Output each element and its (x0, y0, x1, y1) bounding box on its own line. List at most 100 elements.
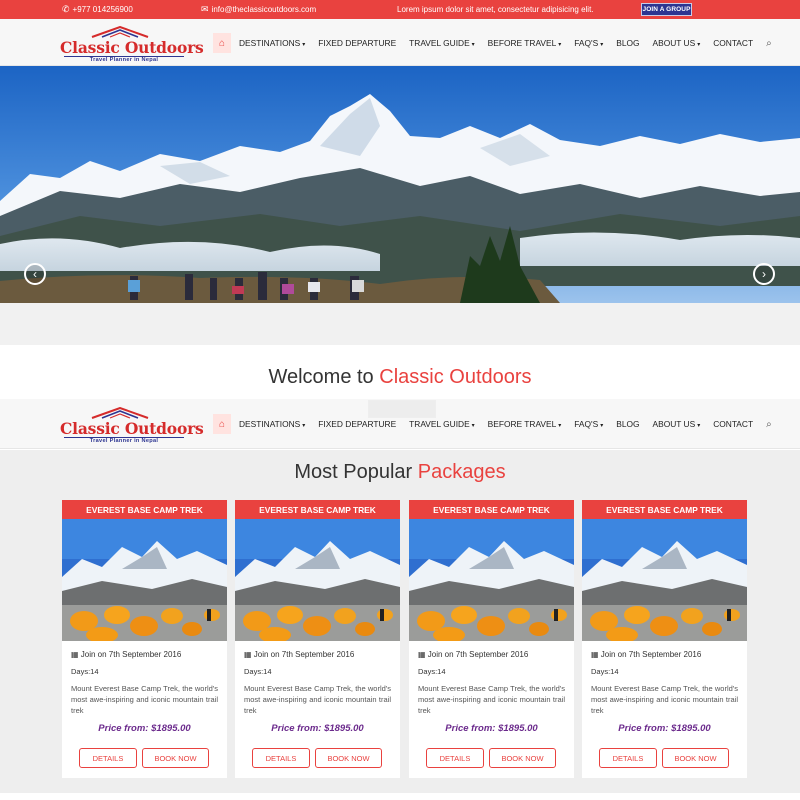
details-button[interactable]: Details (599, 748, 657, 768)
home-icon[interactable]: ⌂ (213, 414, 231, 434)
package-title[interactable]: Everest Base Camp Trek (409, 500, 574, 519)
search-icon[interactable]: ⌕ (766, 38, 772, 49)
book-now-button[interactable]: Book Now (315, 748, 382, 768)
page-bottom-strip (0, 793, 800, 800)
welcome-heading: Welcome to Classic Outdoors (0, 366, 800, 389)
home-icon[interactable]: ⌂ (213, 33, 231, 53)
phone-icon: ✆ (62, 4, 70, 14)
caret-down-icon: ▾ (697, 423, 701, 429)
package-date-text: Join on 7th September 2016 (600, 650, 702, 659)
book-now-button[interactable]: Book Now (662, 748, 729, 768)
package-description: Mount Everest Base Camp Trek, the world'… (244, 684, 391, 715)
package-image[interactable] (235, 519, 400, 641)
logo-brand-name: Classic Outdoors (60, 419, 204, 438)
package-date: ▦ Join on 7th September 2016 (418, 650, 528, 659)
package-image[interactable] (409, 519, 574, 641)
nav-contact[interactable]: Contact (713, 419, 753, 429)
nav-destinations[interactable]: Destinations ▾ (239, 419, 305, 429)
packages-heading-prefix: Most Popular (294, 461, 413, 483)
details-button[interactable]: Details (79, 748, 137, 768)
nav-blog[interactable]: Blog (616, 38, 639, 48)
package-image[interactable] (582, 519, 747, 641)
welcome-prefix: Welcome to (268, 366, 374, 388)
calendar-icon: ▦ (71, 650, 81, 659)
details-button[interactable]: Details (426, 748, 484, 768)
caret-down-icon: ▾ (697, 42, 701, 48)
details-button[interactable]: Details (252, 748, 310, 768)
package-image[interactable] (62, 519, 227, 641)
book-now-button[interactable]: Book Now (489, 748, 556, 768)
hero-bottom-fade (0, 303, 800, 345)
nav-about-us[interactable]: About Us ▾ (653, 419, 701, 429)
email-contact[interactable]: ✉ info@theclassicoutdoors.com (201, 0, 316, 19)
email-address: info@theclassicoutdoors.com (211, 5, 317, 14)
package-price: Price from: $1895.00 (618, 723, 711, 734)
book-now-button[interactable]: Book Now (142, 748, 209, 768)
caret-down-icon: ▾ (600, 423, 604, 429)
hero-prev-button[interactable]: ‹ (24, 263, 46, 285)
package-title[interactable]: Everest Base Camp Trek (582, 500, 747, 519)
package-title[interactable]: Everest Base Camp Trek (235, 500, 400, 519)
logo-roof-graphic (91, 407, 149, 419)
ghost-button (368, 400, 436, 418)
nav-faqs[interactable]: FAQ's ▾ (574, 38, 603, 48)
hero-next-button[interactable]: › (753, 263, 775, 285)
welcome-accent: Classic Outdoors (379, 366, 532, 388)
phone-contact[interactable]: ✆ +977 014256900 (62, 0, 133, 19)
search-icon[interactable]: ⌕ (766, 419, 772, 430)
nav-before-travel[interactable]: Before Travel ▾ (488, 38, 562, 48)
hero-mountain-image (0, 66, 800, 303)
nav-fixed-departure[interactable]: Fixed Departure (318, 38, 396, 48)
package-title[interactable]: Everest Base Camp Trek (62, 500, 227, 519)
package-days: Days:14 (244, 667, 272, 676)
phone-number: +977 014256900 (72, 5, 133, 14)
top-bar: ✆ +977 014256900 ✉ info@theclassicoutdoo… (0, 0, 800, 19)
nav-about-us[interactable]: About Us ▾ (653, 38, 701, 48)
package-card: Everest Base Camp Trek ▦ Join on 7th Sep… (235, 500, 400, 778)
logo-brand-name: Classic Outdoors (60, 38, 204, 57)
hero-slider: ‹ › (0, 66, 800, 303)
package-price: Price from: $1895.00 (98, 723, 191, 734)
sticky-site-logo[interactable]: Classic Outdoors Travel Planner in Nepal (60, 407, 204, 444)
package-price: Price from: $1895.00 (271, 723, 364, 734)
caret-down-icon: ▾ (302, 42, 306, 48)
package-card: Everest Base Camp Trek ▦ Join on 7th Sep… (62, 500, 227, 778)
caret-down-icon: ▾ (471, 423, 475, 429)
nav-fixed-departure[interactable]: Fixed Departure (318, 419, 396, 429)
join-group-button[interactable]: JOIN A GROUP (641, 3, 692, 16)
package-date-text: Join on 7th September 2016 (427, 650, 529, 659)
package-days: Days:14 (418, 667, 446, 676)
caret-down-icon: ▾ (558, 423, 562, 429)
topbar-tagline: Lorem ipsum dolor sit amet, consectetur … (397, 5, 594, 14)
calendar-icon: ▦ (418, 650, 428, 659)
packages-heading: Most Popular Packages (0, 461, 800, 484)
main-nav: ⌂ Destinations ▾ Fixed Departure Travel G… (213, 33, 772, 53)
envelope-icon: ✉ (201, 4, 209, 14)
caret-down-icon: ▾ (600, 42, 604, 48)
nav-travel-guide[interactable]: Travel Guide ▾ (409, 419, 475, 429)
packages-heading-accent: Packages (417, 461, 506, 483)
package-price: Price from: $1895.00 (445, 723, 538, 734)
package-description: Mount Everest Base Camp Trek, the world'… (71, 684, 218, 715)
nav-before-travel[interactable]: Before Travel ▾ (488, 419, 562, 429)
package-card: Everest Base Camp Trek ▦ Join on 7th Sep… (582, 500, 747, 778)
nav-destinations[interactable]: Destinations ▾ (239, 38, 305, 48)
nav-faqs[interactable]: FAQ's ▾ (574, 419, 603, 429)
package-date-text: Join on 7th September 2016 (253, 650, 355, 659)
logo-tagline: Travel Planner in Nepal (64, 56, 184, 63)
nav-contact[interactable]: Contact (713, 38, 753, 48)
nav-blog[interactable]: Blog (616, 419, 639, 429)
sticky-main-nav: ⌂ Destinations ▾ Fixed Departure Travel G… (213, 414, 772, 434)
chevron-left-icon: ‹ (33, 267, 37, 281)
site-header: Classic Outdoors Travel Planner in Nepal… (0, 19, 800, 66)
caret-down-icon: ▾ (558, 42, 562, 48)
sticky-header: Classic Outdoors Travel Planner in Nepal… (0, 399, 800, 449)
package-days: Days:14 (71, 667, 99, 676)
nav-travel-guide[interactable]: Travel Guide ▾ (409, 38, 475, 48)
package-days: Days:14 (591, 667, 619, 676)
package-date-text: Join on 7th September 2016 (80, 650, 182, 659)
site-logo[interactable]: Classic Outdoors Travel Planner in Nepal (60, 26, 204, 63)
calendar-icon: ▦ (591, 650, 601, 659)
package-description: Mount Everest Base Camp Trek, the world'… (591, 684, 738, 715)
chevron-right-icon: › (762, 267, 766, 281)
